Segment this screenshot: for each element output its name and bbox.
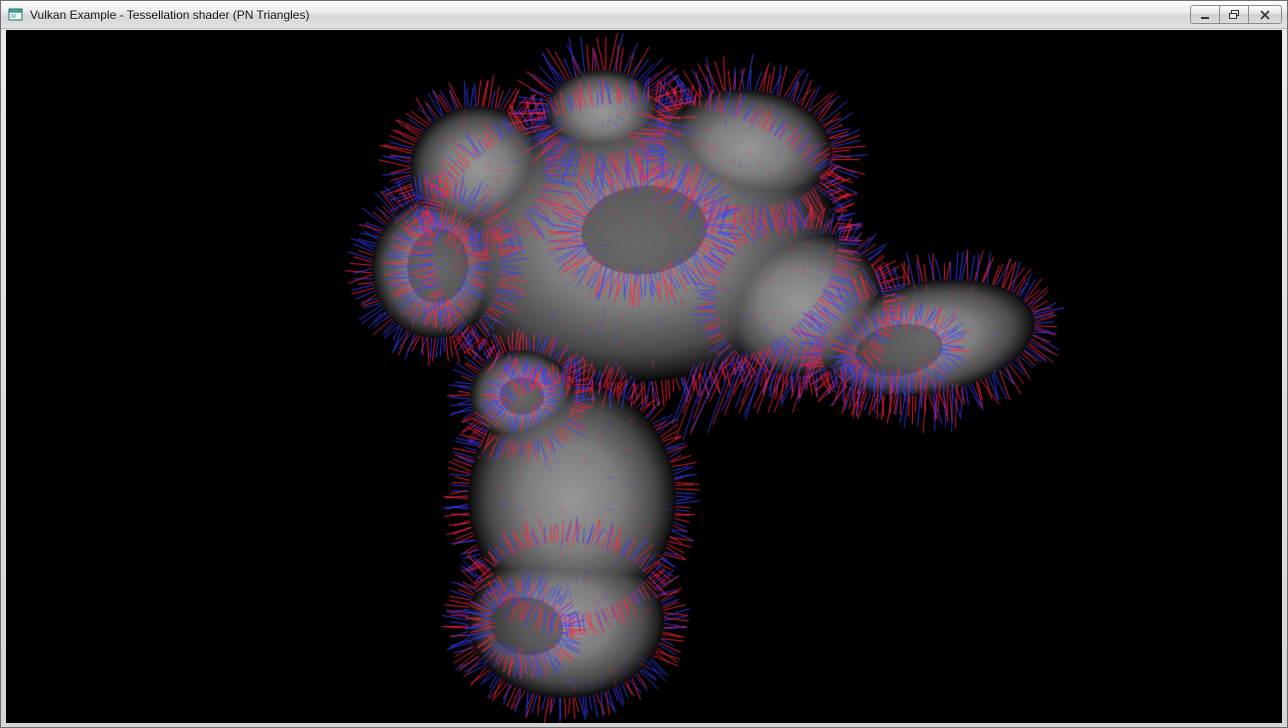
- maximize-button[interactable]: [1219, 5, 1249, 24]
- window-title: Vulkan Example - Tessellation shader (PN…: [30, 8, 309, 22]
- minimize-button[interactable]: [1190, 5, 1220, 24]
- close-button[interactable]: [1248, 5, 1282, 24]
- window-controls: [1191, 5, 1282, 24]
- app-icon: [8, 7, 24, 23]
- app-window: Vulkan Example - Tessellation shader (PN…: [0, 0, 1288, 728]
- restore-icon: [1228, 10, 1240, 20]
- titlebar[interactable]: Vulkan Example - Tessellation shader (PN…: [1, 1, 1287, 29]
- close-icon: [1259, 10, 1271, 20]
- minimize-icon: [1199, 10, 1211, 20]
- viewport: [6, 30, 1282, 722]
- viewport-canvas[interactable]: [6, 30, 1282, 723]
